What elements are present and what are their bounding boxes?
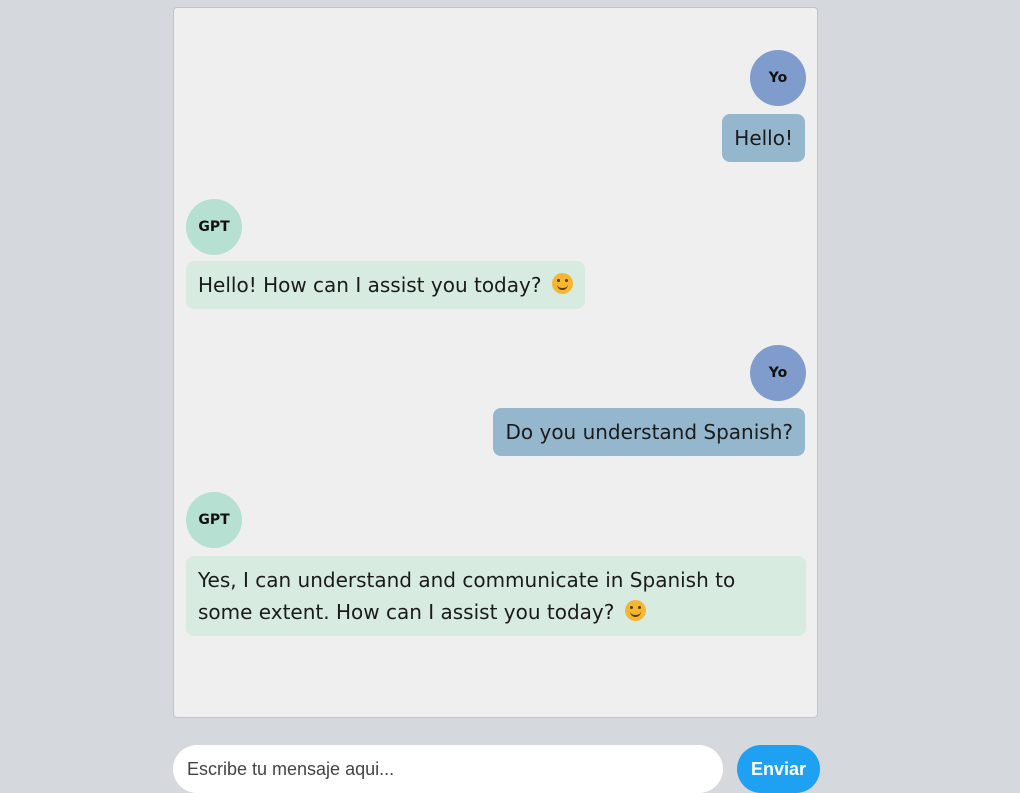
- bot-message-bubble: Yes, I can understand and communicate in…: [186, 556, 806, 636]
- avatar-label: Yo: [768, 70, 788, 86]
- message-text: Do you understand Spanish?: [505, 420, 793, 444]
- message-input[interactable]: [173, 745, 723, 793]
- smiling-face-icon: [551, 273, 573, 294]
- chat-window[interactable]: Yo Hello! GPT Hello! How can I assist yo…: [173, 7, 818, 718]
- avatar-label: GPT: [198, 512, 230, 528]
- send-button[interactable]: Enviar: [737, 745, 820, 793]
- bot-avatar: GPT: [186, 492, 242, 548]
- bot-avatar: GPT: [186, 199, 242, 255]
- user-message-bubble: Hello!: [722, 114, 805, 162]
- avatar-label: GPT: [198, 219, 230, 235]
- user-avatar: Yo: [750, 50, 806, 106]
- user-avatar: Yo: [750, 345, 806, 401]
- message-text: Hello! How can I assist you today?: [198, 273, 542, 297]
- message-text: Yes, I can understand and communicate in…: [198, 568, 736, 624]
- bot-message-bubble: Hello! How can I assist you today?: [186, 261, 585, 309]
- avatar-label: Yo: [768, 365, 788, 381]
- user-message-bubble: Do you understand Spanish?: [493, 408, 805, 456]
- message-text: Hello!: [734, 126, 793, 150]
- smiling-face-icon: [624, 600, 646, 621]
